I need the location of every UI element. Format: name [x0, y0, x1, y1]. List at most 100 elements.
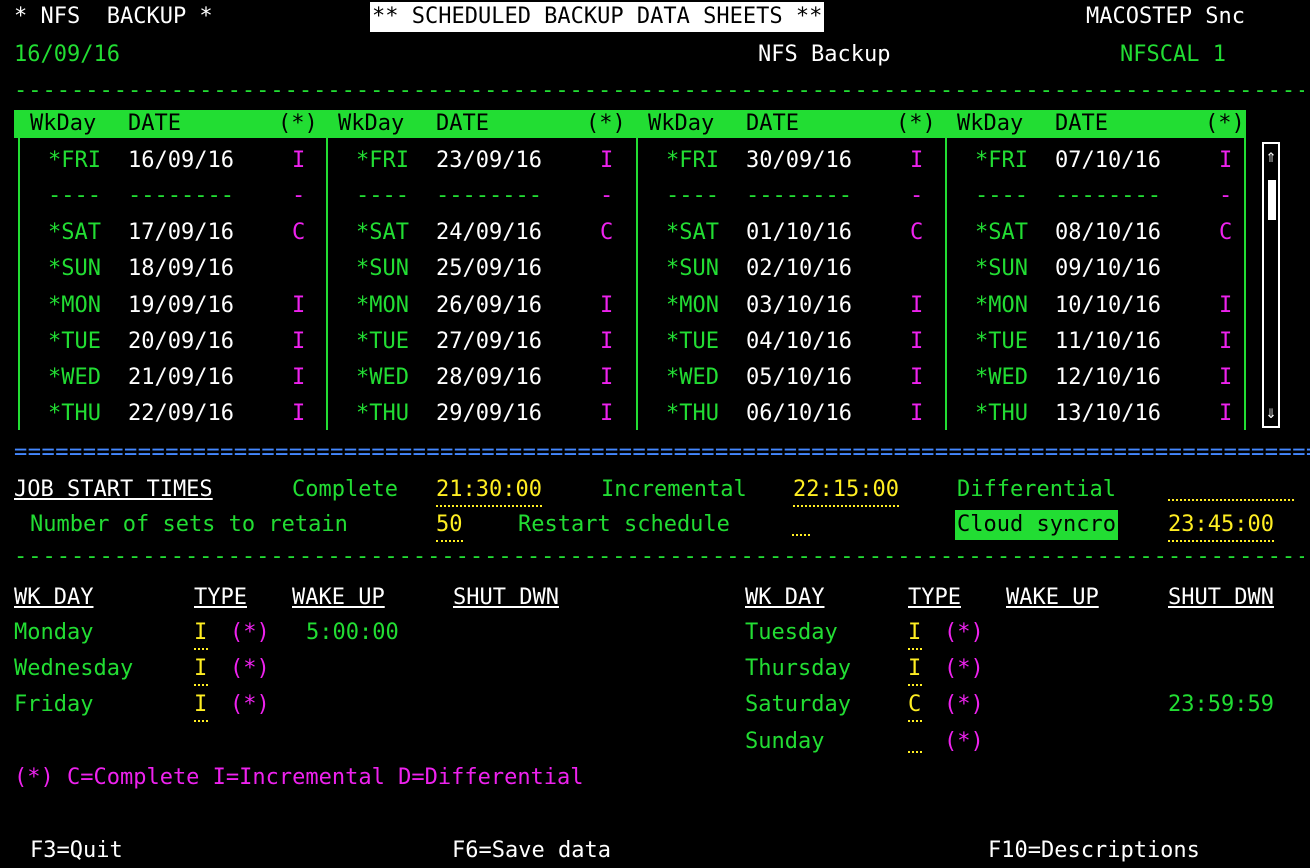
cal-header-wkday: WkDay	[957, 111, 1024, 136]
cal-flag[interactable]: I	[910, 399, 923, 429]
cal-date: 01/10/16	[746, 220, 852, 245]
weekday-type-field[interactable]: I	[194, 690, 208, 722]
cal-flag[interactable]: -	[1219, 181, 1232, 211]
cal-date: 30/09/16	[746, 148, 852, 173]
weekday-type-field[interactable]: C	[908, 690, 922, 722]
cal-header-wkday: WkDay	[338, 111, 405, 136]
cal-flag[interactable]: I	[292, 327, 305, 357]
cal-day: *SUN	[666, 256, 719, 281]
cal-date: 05/10/16	[746, 365, 852, 390]
right-col-wake-header: WAKE UP	[1006, 585, 1099, 610]
cal-header-date: DATE	[1055, 111, 1108, 136]
cal-flag[interactable]: -	[292, 181, 305, 211]
weekday-type-help[interactable]: (*)	[230, 690, 270, 720]
complete-label: Complete	[292, 477, 398, 502]
cal-date: 20/09/16	[128, 329, 234, 354]
cal-day: *SUN	[48, 256, 101, 281]
weekday-type-field[interactable]	[908, 727, 922, 753]
cal-date: 03/10/16	[746, 293, 852, 318]
f6-save-key[interactable]: F6=Save data	[452, 836, 611, 866]
weekday-type-field[interactable]: I	[908, 618, 922, 650]
right-col-day-header: WK DAY	[745, 585, 825, 610]
cal-flag[interactable]: I	[600, 291, 613, 321]
cal-flag[interactable]: I	[600, 327, 613, 357]
cal-date: --------	[1055, 183, 1161, 208]
weekday-type-field[interactable]: I	[194, 654, 208, 686]
cal-flag[interactable]: I	[1219, 363, 1232, 393]
cal-header-wkday: WkDay	[30, 111, 97, 136]
cal-day: ----	[975, 183, 1028, 208]
weekday-type-help[interactable]: (*)	[230, 618, 270, 648]
cal-day: *FRI	[666, 148, 719, 173]
cal-flag[interactable]: I	[1219, 327, 1232, 357]
weekday-type-help[interactable]: (*)	[944, 727, 984, 757]
cal-header-flag: (*)	[896, 111, 936, 136]
cal-date: 04/10/16	[746, 329, 852, 354]
cal-flag[interactable]: I	[910, 327, 923, 357]
cal-flag[interactable]: I	[600, 399, 613, 429]
complete-time-field[interactable]: 21:30:00	[436, 475, 542, 507]
cal-header-date: DATE	[128, 111, 181, 136]
weekday-type-field[interactable]: I	[194, 618, 208, 650]
differential-time-field[interactable]	[1168, 475, 1294, 501]
cal-day: *THU	[975, 401, 1028, 426]
left-col-wake-header: WAKE UP	[292, 585, 385, 610]
weekday-name: Saturday	[745, 692, 851, 717]
cal-flag[interactable]: C	[600, 218, 613, 248]
cal-date: 02/10/16	[746, 256, 852, 281]
cal-flag[interactable]: -	[910, 181, 923, 211]
left-col-shut-header: SHUT DWN	[453, 585, 559, 610]
separator-middle: ----------------------------------------…	[14, 544, 1304, 569]
scroll-thumb[interactable]	[1268, 180, 1276, 220]
cal-flag[interactable]: C	[292, 218, 305, 248]
f10-descriptions-key[interactable]: F10=Descriptions	[988, 836, 1200, 866]
weekday-type-help[interactable]: (*)	[230, 654, 270, 684]
scroll-down-icon[interactable]: ⇓	[1265, 404, 1277, 422]
cal-flag[interactable]: I	[1219, 291, 1232, 321]
restart-field[interactable]	[792, 510, 810, 536]
f3-quit-key[interactable]: F3=Quit	[30, 836, 123, 866]
weekday-type-help[interactable]: (*)	[944, 654, 984, 684]
cal-day: *SAT	[666, 220, 719, 245]
cal-flag[interactable]: I	[600, 363, 613, 393]
weekday-type-help[interactable]: (*)	[944, 690, 984, 720]
cal-flag[interactable]: I	[292, 363, 305, 393]
cal-flag[interactable]: I	[1219, 146, 1232, 176]
weekday-type-help[interactable]: (*)	[944, 618, 984, 648]
weekday-name: Tuesday	[745, 620, 838, 645]
cal-day: *MON	[666, 293, 719, 318]
cal-date: 21/09/16	[128, 365, 234, 390]
cal-flag[interactable]: I	[910, 146, 923, 176]
cal-flag[interactable]: I	[600, 146, 613, 176]
restart-label: Restart schedule	[518, 512, 730, 537]
cal-day: *SAT	[48, 220, 101, 245]
cal-flag[interactable]: C	[910, 218, 923, 248]
cal-flag[interactable]: I	[292, 146, 305, 176]
weekday-wake-time[interactable]: 5:00:00	[306, 618, 399, 648]
calendar-scrollbar[interactable]: ⇑ ⇓	[1262, 142, 1280, 428]
cal-flag[interactable]: I	[910, 363, 923, 393]
cal-flag[interactable]: C	[1219, 218, 1232, 248]
cal-day: *SUN	[975, 256, 1028, 281]
cal-date: 12/10/16	[1055, 365, 1161, 390]
cal-flag[interactable]: I	[910, 291, 923, 321]
cal-date: 28/09/16	[436, 365, 542, 390]
cal-flag[interactable]: I	[292, 399, 305, 429]
cal-day: *THU	[356, 401, 409, 426]
scroll-up-icon[interactable]: ⇑	[1265, 148, 1277, 166]
incremental-time-field[interactable]: 22:15:00	[793, 475, 899, 507]
cal-date: 29/09/16	[436, 401, 542, 426]
retain-field[interactable]: 50	[436, 510, 463, 542]
cal-flag[interactable]: -	[600, 181, 613, 211]
cal-flag[interactable]: I	[292, 291, 305, 321]
cal-flag[interactable]: I	[1219, 399, 1232, 429]
weekday-shutdown-time[interactable]: 23:59:59	[1168, 690, 1274, 720]
cal-header-date: DATE	[746, 111, 799, 136]
calendar-divider-2	[636, 110, 638, 430]
weekday-type-field[interactable]: I	[908, 654, 922, 686]
cal-date: 25/09/16	[436, 256, 542, 281]
cal-day: *WED	[975, 365, 1028, 390]
cal-date: 18/09/16	[128, 256, 234, 281]
screen-code: NFSCAL 1	[1120, 42, 1226, 67]
cloud-syncro-time-field[interactable]: 23:45:00	[1168, 510, 1274, 542]
